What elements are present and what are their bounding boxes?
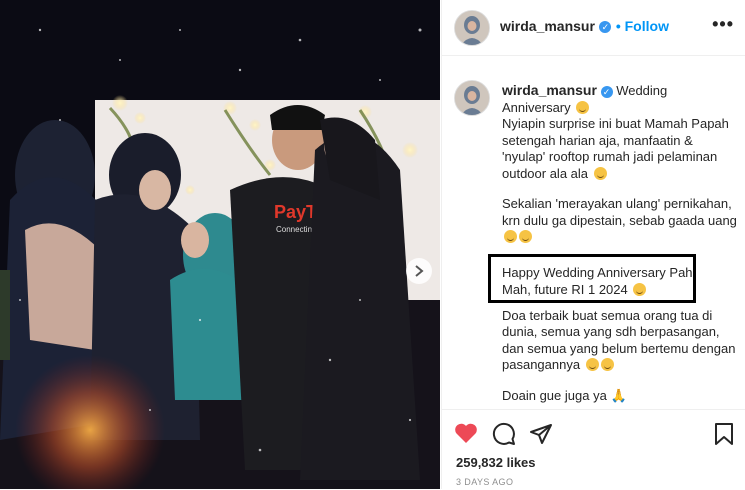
- photo-image: PayTre Connecting: [0, 0, 440, 489]
- heart-icon[interactable]: [454, 422, 478, 444]
- follow-button[interactable]: • Follow: [616, 18, 669, 34]
- post-side-panel: wirda_mansur ✓ • Follow ••• wirda_mansur…: [441, 0, 745, 490]
- caption-verified-icon: ✓: [600, 85, 613, 98]
- post-timestamp[interactable]: 3 DAYS AGO: [456, 477, 513, 487]
- caption-username[interactable]: wirda_mansur: [502, 82, 597, 98]
- avatar-image: [455, 11, 489, 45]
- caption-paragraph-1: Nyiapin surprise ini buat Mamah Papah se…: [502, 116, 729, 181]
- pray-emoji-icon: 🙏: [610, 387, 627, 403]
- likes-count[interactable]: 259,832 likes: [456, 455, 536, 470]
- post-header: wirda_mansur ✓ • Follow •••: [442, 0, 745, 56]
- annotation-box: [488, 254, 696, 303]
- comment-icon[interactable]: [492, 422, 516, 446]
- bookmark-icon[interactable]: [714, 422, 734, 446]
- caption-paragraph-4: Doain gue juga ya: [502, 387, 607, 403]
- header-username[interactable]: wirda_mansur: [500, 18, 595, 34]
- post-photo[interactable]: PayTre Connecting: [0, 0, 440, 489]
- next-arrow-icon: [415, 265, 424, 277]
- laugh-emoji-icon: [519, 230, 532, 243]
- shirt-logo-subtext: Connecting: [276, 225, 316, 234]
- verified-icon: ✓: [599, 20, 612, 33]
- caption-avatar[interactable]: [454, 80, 490, 116]
- caption-paragraph-3: Doa terbaik buat semua orang tua di duni…: [502, 307, 736, 373]
- more-options-icon[interactable]: •••: [712, 14, 734, 35]
- caption-paragraph-2: Sekalian 'merayakan ulang' pernikahan, k…: [502, 196, 737, 228]
- caption-avatar-image: [455, 81, 489, 115]
- heart-eyes-emoji-icon: [600, 358, 614, 371]
- cry-emoji-icon: [504, 230, 517, 243]
- post-actions: 259,832 likes 3 DAYS AGO: [442, 409, 745, 490]
- next-photo-button[interactable]: [406, 258, 432, 284]
- avatar[interactable]: [454, 10, 490, 46]
- smile-emoji-icon: [585, 358, 599, 371]
- smile-emoji-icon: [576, 100, 590, 114]
- share-icon[interactable]: [529, 422, 553, 446]
- laugh-emoji-icon: [593, 166, 607, 180]
- post-caption: wirda_mansur ✓ Wedding Anniversary Nyiap…: [502, 82, 738, 409]
